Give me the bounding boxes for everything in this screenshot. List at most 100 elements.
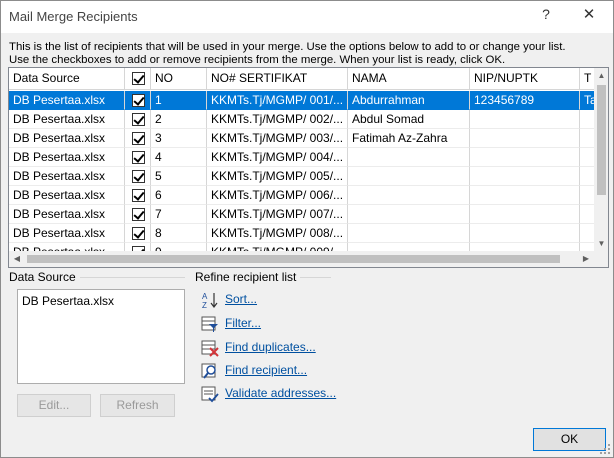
recipient-checkbox[interactable]: [132, 94, 145, 107]
cell-checkbox[interactable]: [125, 186, 151, 205]
cell-no: 4: [151, 148, 207, 167]
resize-grip-icon[interactable]: [599, 443, 611, 455]
validate-addresses-link[interactable]: Validate addresses...: [225, 386, 336, 400]
header-nama[interactable]: NAMA: [348, 68, 470, 90]
filter-icon: [201, 316, 218, 332]
cell-extra: [580, 110, 594, 129]
recipients-grid[interactable]: Data Source NO NO# SERTIFIKAT NAMA NIP/N…: [8, 67, 609, 268]
cell-no: 3: [151, 129, 207, 148]
svg-text:Z: Z: [202, 301, 207, 309]
cell-nip: [470, 186, 580, 205]
scroll-down-icon[interactable]: ▼: [594, 236, 608, 251]
cell-checkbox[interactable]: [125, 91, 151, 110]
cell-nama: [348, 167, 470, 186]
horizontal-scrollbar[interactable]: ◀ ▶: [9, 251, 594, 267]
scroll-right-icon[interactable]: ▶: [578, 251, 594, 267]
refine-label: Refine recipient list: [195, 270, 301, 284]
cell-checkbox[interactable]: [125, 167, 151, 186]
data-source-item[interactable]: DB Pesertaa.xlsx: [22, 294, 114, 308]
cell-sertifikat: KKMTs.Tj/MGMP/ 009/...: [207, 243, 348, 251]
vertical-scrollbar[interactable]: ▲ ▼: [594, 68, 608, 251]
header-extra[interactable]: T: [580, 68, 594, 90]
filter-link[interactable]: Filter...: [225, 316, 261, 330]
cell-data-source: DB Pesertaa.xlsx: [9, 129, 125, 148]
find-duplicates-link[interactable]: Find duplicates...: [225, 340, 316, 354]
cell-nama: Abdurrahman: [348, 91, 470, 110]
header-no[interactable]: NO: [151, 68, 207, 90]
header-nip-nuptk[interactable]: NIP/NUPTK: [470, 68, 580, 90]
data-source-list[interactable]: DB Pesertaa.xlsx: [17, 289, 185, 384]
title-bar: Mail Merge Recipients ? ✕: [1, 1, 613, 33]
cell-nama: Fatimah Az-Zahra: [348, 129, 470, 148]
cell-checkbox[interactable]: [125, 224, 151, 243]
close-button[interactable]: ✕: [579, 5, 599, 27]
recipient-checkbox[interactable]: [132, 189, 145, 202]
cell-sertifikat: KKMTs.Tj/MGMP/ 008/...: [207, 224, 348, 243]
cell-no: 1: [151, 91, 207, 110]
cell-nama: [348, 224, 470, 243]
recipient-checkbox[interactable]: [132, 227, 145, 240]
table-row[interactable]: DB Pesertaa.xlsx 9KKMTs.Tj/MGMP/ 009/...: [9, 243, 594, 251]
recipient-checkbox[interactable]: [132, 170, 145, 183]
select-all-checkbox[interactable]: [132, 72, 145, 85]
grid-header: Data Source NO NO# SERTIFIKAT NAMA NIP/N…: [9, 68, 594, 90]
find-recipient-link[interactable]: Find recipient...: [225, 363, 307, 377]
scroll-left-icon[interactable]: ◀: [9, 251, 25, 267]
recipient-checkbox[interactable]: [132, 151, 145, 164]
edit-button[interactable]: Edit...: [17, 394, 91, 417]
cell-extra: [580, 243, 594, 251]
help-button[interactable]: ?: [537, 6, 555, 26]
cell-sertifikat: KKMTs.Tj/MGMP/ 002/...: [207, 110, 348, 129]
cell-checkbox[interactable]: [125, 243, 151, 251]
find-recipient-icon: [201, 363, 216, 379]
cell-checkbox[interactable]: [125, 110, 151, 129]
cell-no: 2: [151, 110, 207, 129]
cell-checkbox[interactable]: [125, 129, 151, 148]
refresh-button[interactable]: Refresh: [100, 394, 175, 417]
sort-icon: A Z: [202, 292, 218, 309]
cell-nama: [348, 243, 470, 251]
cell-extra: Ta: [580, 91, 594, 110]
recipient-checkbox[interactable]: [132, 208, 145, 221]
cell-extra: [580, 224, 594, 243]
header-select-all[interactable]: [125, 68, 151, 90]
cell-no: 9: [151, 243, 207, 251]
cell-sertifikat: KKMTs.Tj/MGMP/ 005/...: [207, 167, 348, 186]
cell-nama: [348, 205, 470, 224]
window-title: Mail Merge Recipients: [9, 9, 138, 24]
cell-extra: [580, 186, 594, 205]
table-row[interactable]: DB Pesertaa.xlsx 3 KKMTs.Tj/MGMP/ 003/... F…: [9, 129, 594, 148]
cell-sertifikat: KKMTs.Tj/MGMP/ 001/...: [207, 91, 348, 110]
table-row[interactable]: DB Pesertaa.xlsx 2 KKMTs.Tj/MGMP/ 002/... A…: [9, 110, 594, 129]
cell-no: 8: [151, 224, 207, 243]
sort-link[interactable]: Sort...: [225, 292, 257, 306]
svg-text:A: A: [202, 292, 208, 301]
grid-viewport: Data Source NO NO# SERTIFIKAT NAMA NIP/N…: [9, 68, 594, 251]
cell-checkbox[interactable]: [125, 205, 151, 224]
horizontal-scroll-thumb[interactable]: [27, 255, 560, 263]
cell-nip: [470, 148, 580, 167]
cell-no: 7: [151, 205, 207, 224]
table-row[interactable]: DB Pesertaa.xlsx 7 KKMTs.Tj/MGMP/ 007/...: [9, 205, 594, 224]
header-data-source[interactable]: Data Source: [9, 68, 125, 90]
cell-extra: [580, 167, 594, 186]
cell-sertifikat: KKMTs.Tj/MGMP/ 004/...: [207, 148, 348, 167]
ok-button[interactable]: OK: [533, 428, 606, 451]
table-row[interactable]: DB Pesertaa.xlsx 6 KKMTs.Tj/MGMP/ 006/...: [9, 186, 594, 205]
data-source-label: Data Source: [9, 270, 80, 284]
cell-data-source: DB Pesertaa.xlsx: [9, 243, 125, 251]
scroll-up-icon[interactable]: ▲: [594, 68, 608, 83]
cell-checkbox[interactable]: [125, 148, 151, 167]
cell-data-source: DB Pesertaa.xlsx: [9, 224, 125, 243]
header-no-sertifikat[interactable]: NO# SERTIFIKAT: [207, 68, 348, 90]
table-row[interactable]: DB Pesertaa.xlsx 5 KKMTs.Tj/MGMP/ 005/...: [9, 167, 594, 186]
scrollbar-corner: [594, 251, 608, 267]
cell-extra: [580, 205, 594, 224]
table-row[interactable]: DB Pesertaa.xlsx 1 KKMTs.Tj/MGMP/ 001/... A…: [9, 91, 594, 110]
cell-sertifikat: KKMTs.Tj/MGMP/ 007/...: [207, 205, 348, 224]
table-row[interactable]: DB Pesertaa.xlsx 8 KKMTs.Tj/MGMP/ 008/...: [9, 224, 594, 243]
recipient-checkbox[interactable]: [132, 132, 145, 145]
recipient-checkbox[interactable]: [132, 113, 145, 126]
vertical-scroll-thumb[interactable]: [597, 85, 606, 195]
table-row[interactable]: DB Pesertaa.xlsx 4 KKMTs.Tj/MGMP/ 004/...: [9, 148, 594, 167]
